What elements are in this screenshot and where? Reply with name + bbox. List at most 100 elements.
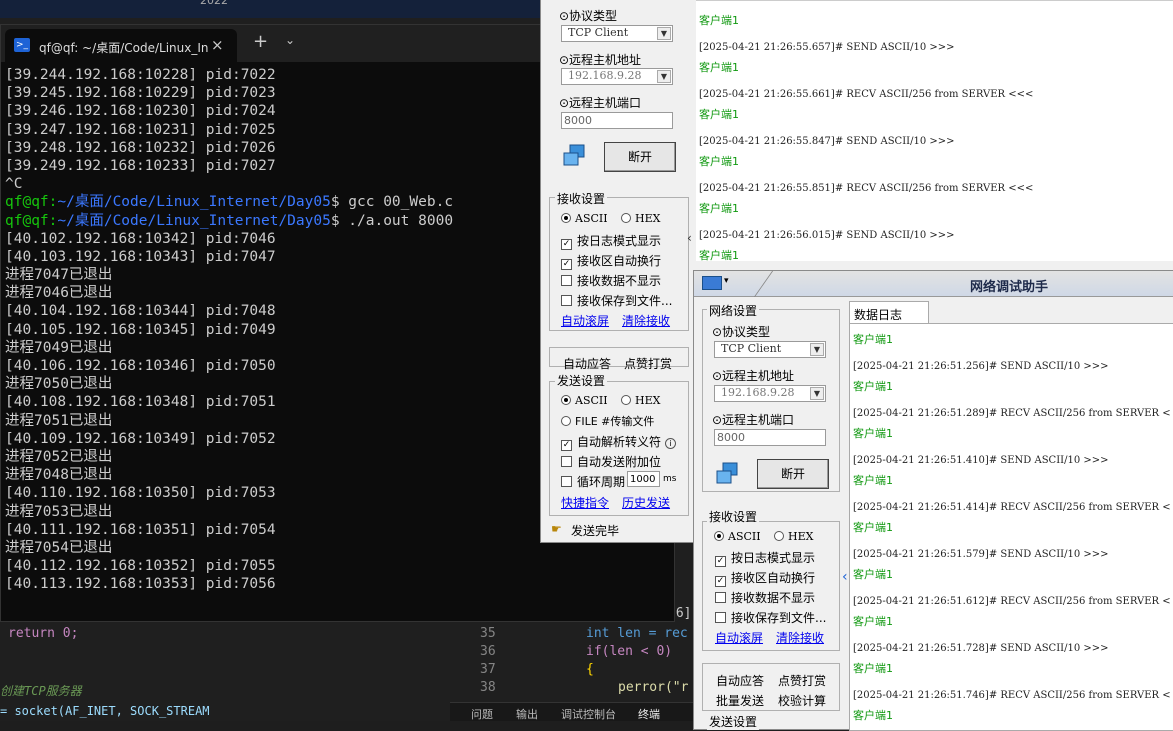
send-settings-title: 发送设置 xyxy=(555,372,608,389)
disconnect-button[interactable]: 断开 xyxy=(604,142,676,172)
auto-reply-button[interactable]: 自动应答 xyxy=(563,355,611,372)
title-bar[interactable]: ▾ 网络调试助手 xyxy=(694,271,1173,297)
send-hex-radio[interactable]: HEX xyxy=(621,394,660,407)
recv-checkbox[interactable]: ✓ 按日志模式显示 xyxy=(561,232,661,250)
info-icon[interactable]: i xyxy=(665,438,677,449)
log-pane-back[interactable]: 客户端1 [2025-04-21 21:26:55.657]# SEND ASCI… xyxy=(696,1,1173,261)
append-check[interactable]: 自动发送附加位 xyxy=(561,453,661,470)
window-title: 网络调试助手 xyxy=(970,280,1049,295)
log-timestamp: [2025-04-21 21:26:55.851]# RECV ASCII/25… xyxy=(699,183,1034,194)
checkbox-box[interactable]: ✓ xyxy=(561,259,572,270)
prompt-command: $ gcc 00_Web.c xyxy=(330,194,454,211)
recv-checkbox[interactable]: ✓ 接收区自动换行 xyxy=(561,252,661,270)
port-field[interactable]: 8000 xyxy=(714,429,826,446)
period-label: 循环周期 xyxy=(577,475,626,489)
host-select[interactable]: 192.168.9.28 ▼ xyxy=(714,385,826,402)
host-value: 192.168.9.28 xyxy=(721,386,795,399)
log-timestamp: [2025-04-21 21:26:51.256]# SEND ASCII/10… xyxy=(853,361,1109,372)
shortcut-link[interactable]: 快捷指令 xyxy=(561,494,609,511)
ascii-label: ASCII xyxy=(728,530,761,543)
app-icon[interactable] xyxy=(702,276,722,290)
recv-checkbox[interactable]: 接收数据不显示 xyxy=(715,589,815,606)
hex-label: HEX xyxy=(635,212,661,225)
send-ascii-radio[interactable]: ASCII xyxy=(561,394,608,407)
checkbox-box[interactable] xyxy=(561,295,572,306)
log-client: 客户端1 xyxy=(699,14,739,27)
checkbox-box[interactable]: ✓ xyxy=(715,576,726,587)
code-socket-line: = socket(AF_INET, SOCK_STREAM xyxy=(0,704,210,718)
code-return: return 0; xyxy=(8,626,78,641)
auto-scroll-link[interactable]: 自动滚屏 xyxy=(561,312,609,329)
tip-button[interactable]: 点赞打赏 xyxy=(778,672,826,689)
panel-tab-problems[interactable]: 问题 xyxy=(471,706,493,722)
checkbox-box[interactable] xyxy=(561,275,572,286)
panel-tab-terminal[interactable]: 终端 xyxy=(638,706,660,722)
recv-checkbox[interactable]: 接收数据不显示 xyxy=(561,272,661,289)
log-timestamp: [2025-04-21 21:26:55.657]# SEND ASCII/10… xyxy=(699,42,955,53)
chevron-down-icon[interactable]: ▼ xyxy=(810,343,824,356)
chevron-down-icon[interactable]: ▾ xyxy=(724,276,729,286)
ascii-radio[interactable]: ASCII xyxy=(714,530,761,543)
recv-checkbox[interactable]: 接收保存到文件... xyxy=(715,609,826,626)
prompt-user: qf@qf xyxy=(5,212,49,229)
line-number: 37 xyxy=(480,662,496,677)
panel-tab-debug-console[interactable]: 调试控制台 xyxy=(561,706,616,722)
recv-checkbox[interactable]: ✓ 按日志模式显示 xyxy=(715,549,815,567)
hex-radio[interactable]: HEX xyxy=(774,530,813,543)
protocol-value: TCP Client xyxy=(568,26,629,39)
collapse-left-icon[interactable]: ‹ xyxy=(842,569,848,585)
status-icon: ☛ xyxy=(551,522,562,536)
prompt-command: $ ./a.out 8000 xyxy=(330,212,454,229)
chevron-down-icon[interactable]: ▼ xyxy=(657,27,671,40)
disconnect-button[interactable]: 断开 xyxy=(757,459,829,489)
checkbox-label: 接收数据不显示 xyxy=(577,274,662,288)
auto-scroll-link[interactable]: 自动滚屏 xyxy=(715,629,763,646)
chevron-down-icon[interactable]: ▼ xyxy=(657,70,671,83)
chevron-down-icon[interactable]: ⌄ xyxy=(285,33,295,47)
send-settings-title: 发送设置 xyxy=(707,713,760,730)
chevron-down-icon[interactable]: ▼ xyxy=(810,387,824,400)
protocol-select[interactable]: TCP Client ▼ xyxy=(561,25,673,42)
panel-tab-output[interactable]: 输出 xyxy=(516,706,538,722)
terminal-tab[interactable]: >_ qf@qf: ~/桌面/Code/Linux_In × xyxy=(5,29,237,62)
new-tab-icon[interactable]: + xyxy=(253,31,268,52)
ascii-label: ASCII xyxy=(575,212,608,225)
log-timestamp: [2025-04-21 21:26:55.847]# SEND ASCII/10… xyxy=(699,136,955,147)
code-line: { xyxy=(586,662,594,677)
tip-button[interactable]: 点赞打赏 xyxy=(624,355,672,372)
period-field[interactable]: 1000 xyxy=(627,471,660,487)
status-text: 发送完毕 xyxy=(571,524,620,538)
port-label: ⊙远程主机端口 xyxy=(712,413,795,427)
hex-label: HEX xyxy=(788,530,814,543)
file-send-radio[interactable]: FILE #传输文件 xyxy=(561,413,654,429)
checkbox-box[interactable]: ✓ xyxy=(561,239,572,250)
log-client: 客户端1 xyxy=(699,249,739,261)
checkbox-box[interactable]: ✓ xyxy=(715,556,726,567)
host-select[interactable]: 192.168.9.28 ▼ xyxy=(561,68,673,85)
tab-data-log[interactable]: 数据日志 xyxy=(849,301,929,323)
clear-recv-link[interactable]: 清除接收 xyxy=(776,629,824,646)
recv-checkbox[interactable]: ✓ 接收区自动换行 xyxy=(715,569,815,587)
auto-reply-button[interactable]: 自动应答 xyxy=(716,672,764,689)
terminal-tab-title: qf@qf: ~/桌面/Code/Linux_In xyxy=(39,41,209,55)
checksum-button[interactable]: 校验计算 xyxy=(778,692,826,709)
collapse-left-icon[interactable]: ‹ xyxy=(687,231,693,251)
checkbox-box[interactable] xyxy=(715,592,726,603)
history-link[interactable]: 历史发送 xyxy=(622,494,670,511)
ascii-radio[interactable]: ASCII xyxy=(561,212,608,225)
hex-radio[interactable]: HEX xyxy=(621,212,660,225)
protocol-select[interactable]: TCP Client ▼ xyxy=(714,341,826,358)
period-check[interactable]: 循环周期 xyxy=(561,473,625,490)
checkbox-box[interactable] xyxy=(715,612,726,623)
terminal-line: [40.113.192.168:10353] pid:7056 xyxy=(5,576,276,593)
log-timestamp: [2025-04-21 21:26:51.728]# SEND ASCII/10… xyxy=(853,643,1109,654)
log-pane-front[interactable]: 客户端1 [2025-04-21 21:26:51.256]# SEND ASCI… xyxy=(849,323,1173,731)
port-field[interactable]: 8000 xyxy=(561,112,673,129)
close-tab-icon[interactable]: × xyxy=(211,36,224,54)
hex-label: HEX xyxy=(635,394,661,407)
batch-send-button[interactable]: 批量发送 xyxy=(716,692,764,709)
line-number: 38 xyxy=(480,680,496,695)
escape-check[interactable]: ✓ 自动解析转义符 i xyxy=(561,433,677,451)
recv-checkbox[interactable]: 接收保存到文件... xyxy=(561,292,672,309)
clear-recv-link[interactable]: 清除接收 xyxy=(622,312,670,329)
